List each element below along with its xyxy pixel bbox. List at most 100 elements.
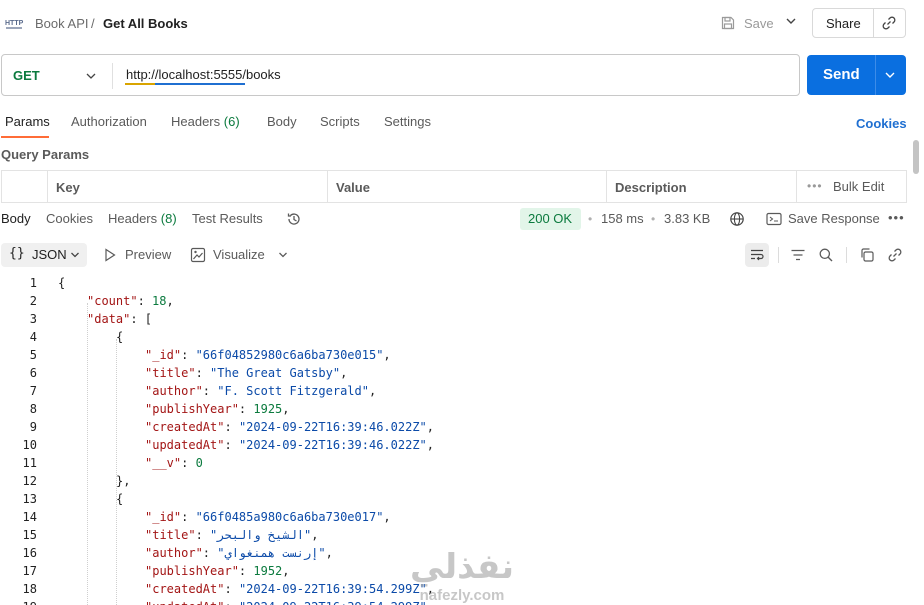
bulk-edit-cell: ••• Bulk Edit [796, 171, 906, 202]
json-string: "إرنست همنغواي" [217, 546, 326, 560]
json-punctuation: : [137, 294, 153, 308]
key-column: Key [47, 171, 327, 202]
line-number: 8 [29, 402, 37, 416]
code-text: "createdAt": "2024-09-22T16:39:54.299Z", [145, 582, 434, 596]
response-tab-test-results[interactable]: Test Results [192, 211, 263, 226]
json-key: "createdAt" [145, 420, 225, 434]
code-line: 12}, [0, 474, 910, 492]
preview-button[interactable]: Preview [125, 247, 171, 262]
link-icon[interactable] [881, 15, 897, 31]
code-line: 1{ [0, 276, 910, 294]
request-title[interactable]: Get All Books [103, 16, 188, 31]
globe-icon[interactable] [729, 211, 745, 227]
more-options-icon[interactable]: ••• [888, 210, 905, 225]
line-number: 9 [29, 420, 37, 434]
chevron-down-icon[interactable] [84, 69, 98, 83]
save-response-button[interactable]: Save Response [788, 211, 880, 226]
line-number: 1 [29, 276, 37, 290]
active-tab-indicator [1, 136, 49, 138]
response-size[interactable]: 3.83 KB [664, 211, 710, 226]
response-headers-count: (8) [160, 211, 177, 226]
json-key: "__v" [145, 456, 182, 470]
code-text: { [116, 492, 123, 506]
method-select[interactable]: GET [13, 68, 40, 83]
url-input[interactable]: http://localhost:5555/books [126, 67, 281, 84]
code-text: "author": "F. Scott Fitzgerald", [145, 384, 376, 398]
code-text: "updatedAt": "2024-09-22T16:39:46.022Z", [145, 438, 434, 452]
code-text: }, [116, 474, 130, 488]
response-tab-cookies[interactable]: Cookies [46, 211, 93, 226]
share-button[interactable]: Share [812, 8, 906, 38]
code-line: 4{ [0, 330, 910, 348]
search-icon[interactable] [818, 247, 834, 263]
response-time[interactable]: 158 ms [601, 211, 644, 226]
chevron-down-icon[interactable] [784, 14, 798, 28]
url-variable-underline [125, 83, 245, 85]
response-tab-body[interactable]: Body [1, 211, 31, 226]
json-key: "title" [145, 528, 196, 542]
response-tab-headers[interactable]: Headers (8) [108, 211, 177, 226]
save-response-icon [766, 212, 782, 226]
chevron-down-icon [71, 252, 79, 258]
code-line: 11 "__v": 0 [0, 456, 910, 474]
http-icon: HTTP [5, 20, 24, 29]
code-text: "updatedAt": "2024-09-22T16:39:54.299Z", [145, 600, 434, 605]
url-bar: GET http://localhost:5555/books [1, 54, 800, 96]
link-icon[interactable] [887, 247, 903, 263]
json-punctuation: : [ [130, 312, 153, 326]
save-label: Save [744, 15, 774, 31]
line-number: 11 [22, 456, 37, 470]
tab-body[interactable]: Body [267, 114, 297, 129]
send-divider [875, 55, 876, 95]
share-divider [873, 9, 874, 37]
copy-icon[interactable] [859, 247, 875, 263]
url-divider [112, 63, 113, 89]
query-params-table: Key Value Description ••• Bulk Edit [1, 170, 907, 203]
json-string: "F. Scott Fitzgerald" [217, 384, 369, 398]
format-select[interactable]: {} JSON [1, 243, 87, 267]
breadcrumb-separator: / [91, 16, 95, 31]
tab-scripts[interactable]: Scripts [320, 114, 360, 129]
status-badge[interactable]: 200 OK [520, 208, 581, 230]
json-key: "_id" [145, 348, 182, 362]
line-number: 12 [22, 474, 37, 488]
code-text: "publishYear": 1925, [145, 402, 290, 416]
column-header-description: Description [615, 180, 687, 195]
json-punctuation: { [58, 276, 66, 290]
wrap-lines-button[interactable] [745, 243, 769, 267]
json-punctuation: , [368, 384, 377, 398]
code-line: 7 "author": "F. Scott Fitzgerald", [0, 384, 910, 402]
cookies-link[interactable]: Cookies [856, 116, 907, 131]
code-text: "count": 18, [87, 294, 174, 308]
json-punctuation: , [282, 564, 290, 578]
save-button[interactable]: Save [720, 10, 774, 36]
code-line: 14 "_id": "66f0485a980c6a6ba730e017", [0, 510, 910, 528]
json-string: "الشيخ والبحر" [210, 528, 312, 542]
json-punctuation: , [311, 528, 319, 542]
line-number: 13 [22, 492, 37, 506]
line-number: 19 [0, 600, 37, 605]
line-number: 4 [29, 330, 37, 344]
tab-params[interactable]: Params [5, 114, 50, 129]
visualize-button[interactable]: Visualize [213, 247, 265, 262]
json-punctuation: : [202, 546, 218, 560]
json-key: "createdAt" [145, 582, 225, 596]
tab-headers[interactable]: Headers (6) [171, 114, 240, 129]
json-punctuation: { [116, 330, 124, 344]
more-icon[interactable]: ••• [807, 179, 823, 193]
json-punctuation: : [195, 366, 211, 380]
filter-icon[interactable] [790, 247, 806, 263]
code-line: 9 "createdAt": "2024-09-22T16:39:46.022Z"… [0, 420, 910, 438]
tab-authorization[interactable]: Authorization [71, 114, 147, 129]
history-icon[interactable] [286, 211, 302, 227]
chevron-down-icon[interactable] [883, 68, 897, 82]
line-number: 7 [29, 384, 37, 398]
chevron-down-icon[interactable] [277, 249, 289, 261]
json-string: "2024-09-22T16:39:54.299Z" [239, 600, 427, 605]
json-punctuation: : [181, 348, 196, 362]
bulk-edit-link[interactable]: Bulk Edit [833, 179, 884, 194]
send-button[interactable]: Send [807, 55, 906, 95]
breadcrumb-parent[interactable]: Book API [35, 16, 88, 31]
scrollbar[interactable] [913, 140, 919, 174]
tab-settings[interactable]: Settings [384, 114, 431, 129]
